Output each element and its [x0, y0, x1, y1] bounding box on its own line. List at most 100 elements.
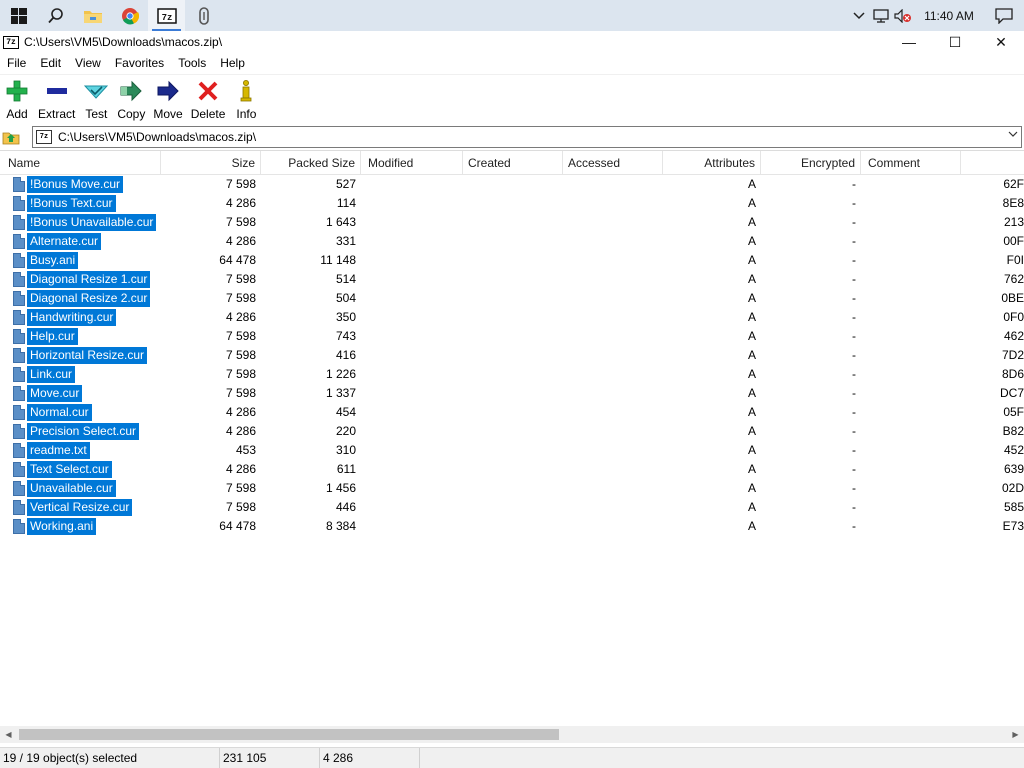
file-name[interactable]: !Bonus Move.cur — [27, 176, 124, 193]
file-name[interactable]: Text Select.cur — [27, 461, 112, 478]
column-size[interactable]: Size — [161, 151, 261, 175]
maximize-button[interactable]: ☐ — [932, 31, 978, 53]
file-name[interactable]: Link.cur — [27, 366, 76, 383]
volume-muted-icon[interactable] — [892, 0, 914, 31]
table-row[interactable]: Vertical Resize.cur 7 598 446 A - 585 — [0, 498, 1024, 517]
column-crc[interactable] — [961, 151, 1024, 175]
file-name[interactable]: Move.cur — [27, 385, 83, 402]
close-button[interactable]: ✕ — [978, 31, 1024, 53]
name-cell[interactable]: Busy.ani — [8, 251, 163, 270]
address-bar[interactable]: 7z C:\Users\VM5\Downloads\macos.zip\ — [32, 126, 1022, 148]
file-explorer-icon[interactable] — [74, 0, 111, 31]
scrollbar-thumb[interactable] — [19, 729, 559, 740]
table-row[interactable]: Link.cur 7 598 1 226 A - 8D6 — [0, 365, 1024, 384]
column-name[interactable]: Name — [3, 151, 161, 175]
clock[interactable]: 11:40 AM — [914, 9, 984, 23]
minimize-button[interactable]: — — [886, 31, 932, 53]
chevron-up-icon[interactable] — [848, 0, 870, 31]
file-name[interactable]: Precision Select.cur — [27, 423, 140, 440]
chrome-icon[interactable] — [111, 0, 148, 31]
table-row[interactable]: Horizontal Resize.cur 7 598 416 A - 7D2 — [0, 346, 1024, 365]
delete-button[interactable]: Delete — [187, 75, 230, 125]
column-attributes[interactable]: Attributes — [663, 151, 761, 175]
search-icon[interactable] — [37, 0, 74, 31]
column-comment[interactable]: Comment — [863, 151, 961, 175]
table-row[interactable]: !Bonus Unavailable.cur 7 598 1 643 A - 213 — [0, 213, 1024, 232]
network-icon[interactable] — [870, 0, 892, 31]
name-cell[interactable]: Normal.cur — [8, 403, 163, 422]
scroll-right-icon[interactable]: ▶ — [1007, 726, 1024, 743]
file-name[interactable]: Normal.cur — [27, 404, 92, 421]
name-cell[interactable]: Precision Select.cur — [8, 422, 163, 441]
table-row[interactable]: Handwriting.cur 4 286 350 A - 0F0 — [0, 308, 1024, 327]
file-name[interactable]: Help.cur — [27, 328, 78, 345]
test-button[interactable]: Test — [79, 75, 113, 125]
name-cell[interactable]: !Bonus Move.cur — [8, 175, 163, 194]
file-name[interactable]: Handwriting.cur — [27, 309, 117, 326]
menu-help[interactable]: Help — [213, 53, 252, 73]
column-created[interactable]: Created — [463, 151, 563, 175]
table-row[interactable]: !Bonus Move.cur 7 598 527 A - 62F — [0, 175, 1024, 194]
name-cell[interactable]: Diagonal Resize 1.cur — [8, 270, 163, 289]
menu-file[interactable]: File — [0, 53, 33, 73]
paperclip-icon[interactable] — [185, 0, 222, 31]
windows-start-icon[interactable] — [0, 0, 37, 31]
add-button[interactable]: Add — [0, 75, 34, 125]
horizontal-scrollbar[interactable]: ◀ ▶ — [0, 726, 1024, 743]
table-row[interactable]: Help.cur 7 598 743 A - 462 — [0, 327, 1024, 346]
info-button[interactable]: Info — [229, 75, 263, 125]
table-row[interactable]: Text Select.cur 4 286 611 A - 639 — [0, 460, 1024, 479]
scroll-left-icon[interactable]: ◀ — [0, 726, 17, 743]
name-cell[interactable]: Working.ani — [8, 517, 163, 536]
column-encrypted[interactable]: Encrypted — [761, 151, 861, 175]
name-cell[interactable]: Move.cur — [8, 384, 163, 403]
folder-up-icon[interactable] — [0, 126, 22, 148]
file-name[interactable]: Diagonal Resize 2.cur — [27, 290, 151, 307]
table-row[interactable]: !Bonus Text.cur 4 286 114 A - 8E8 — [0, 194, 1024, 213]
file-name[interactable]: Working.ani — [27, 518, 97, 535]
address-path[interactable]: C:\Users\VM5\Downloads\macos.zip\ — [58, 130, 256, 144]
name-cell[interactable]: !Bonus Unavailable.cur — [8, 213, 163, 232]
column-accessed[interactable]: Accessed — [563, 151, 663, 175]
column-modified[interactable]: Modified — [363, 151, 463, 175]
app-icon[interactable]: 7z — [3, 35, 19, 49]
table-row[interactable]: Diagonal Resize 1.cur 7 598 514 A - 762 — [0, 270, 1024, 289]
menu-edit[interactable]: Edit — [33, 53, 68, 73]
table-row[interactable]: Normal.cur 4 286 454 A - 05F — [0, 403, 1024, 422]
name-cell[interactable]: !Bonus Text.cur — [8, 194, 163, 213]
table-row[interactable]: Working.ani 64 478 8 384 A - E73 — [0, 517, 1024, 536]
move-button[interactable]: Move — [149, 75, 186, 125]
file-name[interactable]: Unavailable.cur — [27, 480, 116, 497]
name-cell[interactable]: Help.cur — [8, 327, 163, 346]
notifications-icon[interactable] — [984, 0, 1024, 31]
file-list[interactable]: Name Size Packed Size Modified Created A… — [0, 150, 1024, 730]
name-cell[interactable]: Link.cur — [8, 365, 163, 384]
table-row[interactable]: Diagonal Resize 2.cur 7 598 504 A - 0BE — [0, 289, 1024, 308]
menu-favorites[interactable]: Favorites — [108, 53, 171, 73]
table-row[interactable]: Move.cur 7 598 1 337 A - DC7 — [0, 384, 1024, 403]
menu-tools[interactable]: Tools — [171, 53, 213, 73]
table-row[interactable]: Alternate.cur 4 286 331 A - 00F — [0, 232, 1024, 251]
file-name[interactable]: Vertical Resize.cur — [27, 499, 133, 516]
name-cell[interactable]: Horizontal Resize.cur — [8, 346, 163, 365]
menu-view[interactable]: View — [68, 53, 108, 73]
name-cell[interactable]: Alternate.cur — [8, 232, 163, 251]
name-cell[interactable]: Diagonal Resize 2.cur — [8, 289, 163, 308]
copy-button[interactable]: Copy — [113, 75, 149, 125]
table-row[interactable]: Unavailable.cur 7 598 1 456 A - 02D — [0, 479, 1024, 498]
file-name[interactable]: Diagonal Resize 1.cur — [27, 271, 151, 288]
extract-button[interactable]: Extract — [34, 75, 79, 125]
name-cell[interactable]: readme.txt — [8, 441, 163, 460]
file-name[interactable]: !Bonus Text.cur — [27, 195, 116, 212]
file-name[interactable]: Alternate.cur — [27, 233, 102, 250]
7zip-icon[interactable]: 7z — [148, 0, 185, 31]
column-packed-size[interactable]: Packed Size — [261, 151, 361, 175]
table-row[interactable]: readme.txt 453 310 A - 452 — [0, 441, 1024, 460]
file-name[interactable]: !Bonus Unavailable.cur — [27, 214, 157, 231]
chevron-down-icon[interactable] — [1008, 130, 1018, 141]
name-cell[interactable]: Vertical Resize.cur — [8, 498, 163, 517]
name-cell[interactable]: Unavailable.cur — [8, 479, 163, 498]
file-name[interactable]: Horizontal Resize.cur — [27, 347, 148, 364]
file-name[interactable]: Busy.ani — [27, 252, 79, 269]
name-cell[interactable]: Handwriting.cur — [8, 308, 163, 327]
